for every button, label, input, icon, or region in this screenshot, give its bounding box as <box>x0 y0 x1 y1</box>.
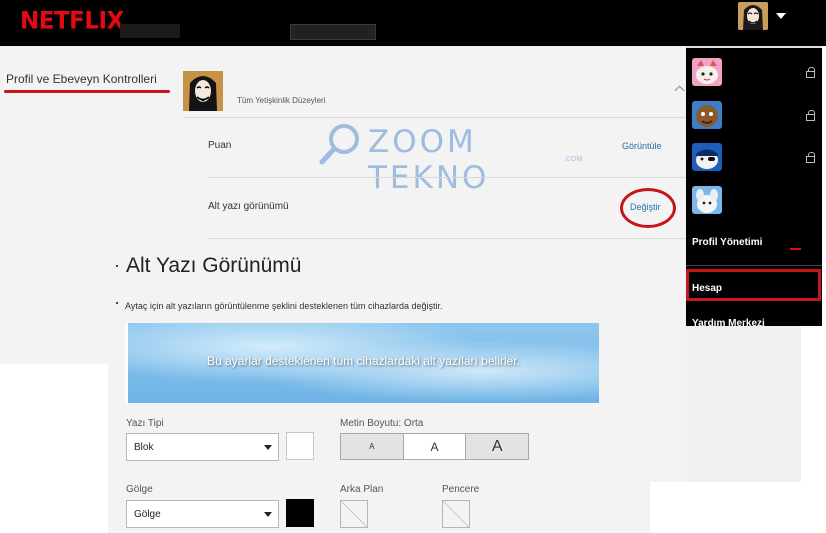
view-rating-link[interactable]: Görüntüle <box>622 141 662 151</box>
section-title: Profil ve Ebeveyn Kontrolleri <box>6 72 157 86</box>
screenshot-crop-area <box>650 482 826 533</box>
magnifier-icon <box>319 124 359 165</box>
nav-item-blurred-box <box>290 24 376 40</box>
shadow-select-value: Gölge <box>134 509 161 520</box>
lock-icon <box>806 67 815 78</box>
watermark-subtext: .COM <box>564 156 583 163</box>
bullet <box>116 265 118 267</box>
profile-switch-3[interactable] <box>692 143 722 171</box>
lock-icon <box>806 110 815 121</box>
nav-item-blurred <box>120 24 180 38</box>
page-description: Aytaç için alt yazıların görüntülenme şe… <box>125 301 443 311</box>
text-size-large-button[interactable]: A <box>466 434 529 459</box>
window-label: Pencere <box>442 484 480 495</box>
annotation-underline <box>4 90 170 93</box>
text-size-selector: A A A <box>340 433 529 460</box>
page-gap <box>686 326 801 482</box>
chevron-down-icon <box>264 445 272 450</box>
profile-switch-1[interactable] <box>692 58 722 86</box>
chevron-down-icon[interactable] <box>776 13 786 19</box>
preview-text: Bu ayarlar desteklenen tüm cihazlardaki … <box>207 354 520 368</box>
font-label: Yazı Tipi <box>126 418 164 429</box>
window-color-swatch[interactable] <box>442 500 470 528</box>
divider <box>208 238 686 239</box>
profile-switch-4[interactable] <box>692 186 722 214</box>
profile-avatar-icon[interactable] <box>738 2 768 30</box>
account-link-highlighted[interactable]: Hesap <box>692 283 722 294</box>
profile-switch-2[interactable] <box>692 101 722 129</box>
manage-profiles-link[interactable]: Profil Yönetimi <box>692 237 762 248</box>
background-color-swatch[interactable] <box>340 500 368 528</box>
divider <box>686 265 822 266</box>
font-select-value: Blok <box>134 442 154 453</box>
shadow-label: Gölge <box>126 484 153 495</box>
lock-icon <box>806 152 815 163</box>
subtitle-preview: Bu ayarlar desteklenen tüm cihazlardaki … <box>125 323 599 403</box>
maturity-level-text: Tüm Yetişkinlik Düzeyleri <box>237 96 326 105</box>
annotation-circle <box>620 188 676 228</box>
divider <box>208 177 686 178</box>
shadow-color-swatch[interactable] <box>286 499 314 527</box>
divider <box>184 117 686 118</box>
watermark: ZOOM TEKNO .COM <box>316 120 596 196</box>
font-select[interactable]: Blok <box>126 433 279 461</box>
profile-avatar <box>183 71 223 111</box>
font-color-swatch[interactable] <box>286 432 314 460</box>
rating-label: Puan <box>208 140 232 151</box>
background-label: Arka Plan <box>340 484 384 495</box>
bullet <box>116 302 118 304</box>
subtitle-appearance-label: Alt yazı görünümü <box>208 201 289 212</box>
annotation-mark <box>790 248 801 250</box>
text-size-small-button[interactable]: A <box>341 434 404 459</box>
top-navigation-bar: NETFLIX <box>0 0 826 46</box>
help-center-link[interactable]: Yardım Merkezi <box>692 318 765 329</box>
watermark-text: ZOOM TEKNO <box>368 124 490 196</box>
screenshot-crop-area <box>0 364 108 533</box>
text-size-medium-button[interactable]: A <box>403 434 467 459</box>
chevron-down-icon <box>264 512 272 517</box>
netflix-logo[interactable]: NETFLIX <box>20 7 124 34</box>
page-title: Alt Yazı Görünümü <box>126 254 302 277</box>
text-size-label: Metin Boyutu: Orta <box>340 418 424 429</box>
shadow-select[interactable]: Gölge <box>126 500 279 528</box>
